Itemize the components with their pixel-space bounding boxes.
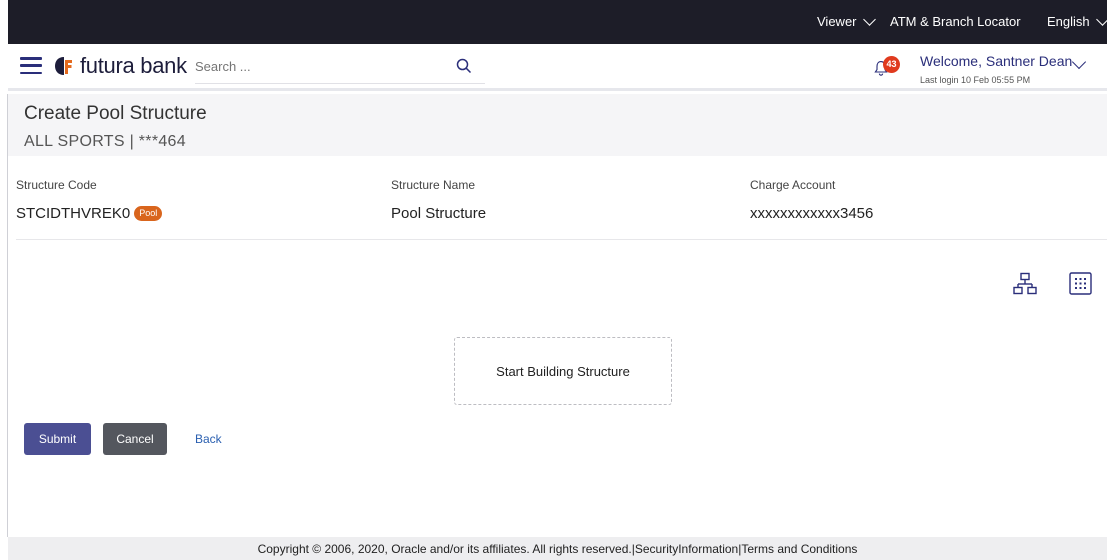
charge-account-label: Charge Account	[750, 178, 836, 192]
structure-code-field: Structure Code STCIDTHVREK0 Pool	[16, 178, 163, 222]
structure-name-field: Structure Name Pool Structure	[391, 178, 486, 222]
charge-account-field: Charge Account xxxxxxxxxxxx3456	[750, 178, 873, 222]
footer-text[interactable]: Copyright © 2006, 2020, Oracle and/or it…	[258, 542, 858, 556]
language-label: English	[1047, 14, 1090, 29]
grid-view-icon[interactable]	[1069, 272, 1092, 295]
left-border	[7, 94, 8, 537]
start-building-label: Start Building Structure	[496, 363, 630, 379]
top-bar: Viewer ATM & Branch Locator English	[8, 0, 1107, 44]
tree-view-icon[interactable]	[1013, 272, 1037, 296]
search-input[interactable]	[195, 52, 435, 80]
language-switcher[interactable]: English	[1047, 12, 1107, 29]
brand-name: futura bank	[80, 53, 187, 78]
brand-logo-icon	[55, 57, 72, 75]
role-switcher[interactable]: Viewer	[817, 12, 876, 29]
footer: Copyright © 2006, 2020, Oracle and/or it…	[8, 537, 1107, 560]
brand-logo[interactable]: futura bank	[52, 53, 187, 79]
search-icon[interactable]	[456, 58, 472, 74]
atm-branch-locator-link[interactable]: ATM & Branch Locator	[890, 14, 1021, 29]
chevron-down-icon[interactable]	[1071, 54, 1087, 70]
structure-details: Structure Code STCIDTHVREK0 Pool Structu…	[16, 156, 1107, 240]
charge-account-value: xxxxxxxxxxxx3456	[750, 205, 874, 222]
notifications-button[interactable]: 43	[873, 56, 900, 78]
last-login: Last login 10 Feb 05:55 PM	[920, 75, 1031, 85]
structure-name-label: Structure Name	[391, 178, 476, 192]
chevron-down-icon	[1095, 12, 1107, 26]
search-box	[195, 52, 485, 84]
submit-button[interactable]: Submit	[24, 423, 91, 455]
structure-code-value-row: STCIDTHVREK0 Pool	[16, 205, 163, 222]
chevron-down-icon	[862, 12, 876, 26]
notification-count-badge: 43	[883, 56, 900, 73]
page-subtitle: ALL SPORTS | ***464	[24, 133, 186, 150]
header: futura bank 43 Welcome, Santner Dean Las…	[8, 44, 1107, 91]
structure-name-value: Pool Structure	[391, 205, 487, 222]
pool-tag: Pool	[134, 206, 163, 221]
page-header: Create Pool Structure ALL SPORTS | ***46…	[8, 94, 1107, 156]
atm-branch-locator-label: ATM & Branch Locator	[890, 14, 1021, 29]
welcome-user[interactable]: Welcome, Santner Dean	[920, 53, 1072, 69]
structure-code-value: STCIDTHVREK0	[16, 205, 131, 222]
cancel-button[interactable]: Cancel	[103, 423, 167, 455]
page-title: Create Pool Structure	[24, 103, 207, 124]
back-link[interactable]: Back	[195, 432, 222, 446]
structure-code-label: Structure Code	[16, 178, 97, 192]
start-building-structure[interactable]: Start Building Structure	[454, 337, 672, 405]
role-label: Viewer	[817, 14, 857, 29]
menu-icon[interactable]	[20, 57, 42, 74]
